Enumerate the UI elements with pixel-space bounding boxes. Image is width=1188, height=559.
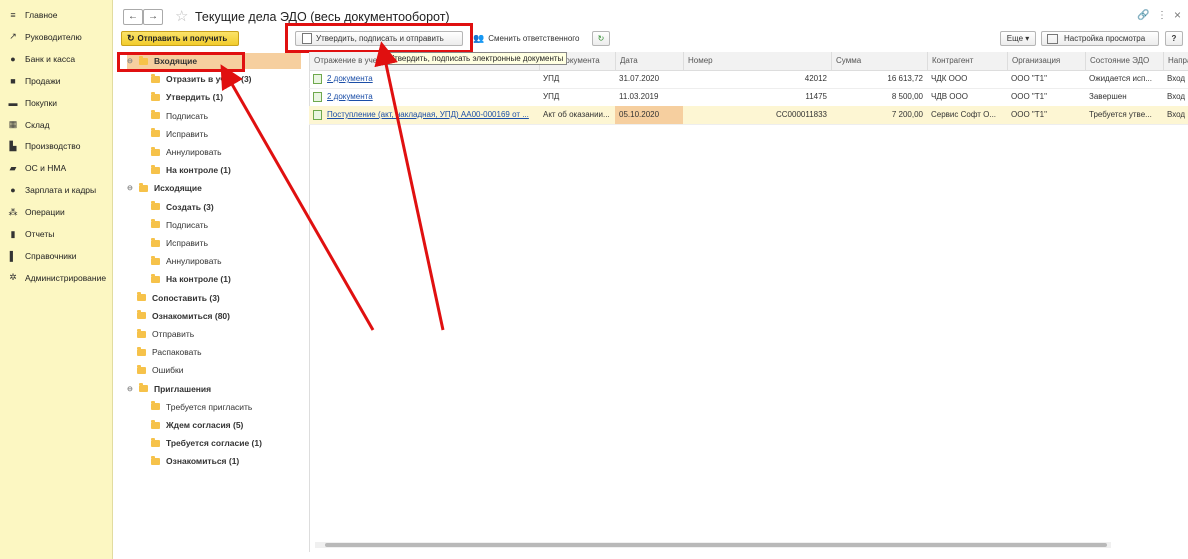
sidebar-item-label: Склад [25, 119, 50, 130]
sidebar-item-label: Покупки [25, 97, 57, 108]
sidebar-item-label: ОС и НМА [25, 163, 67, 174]
chart-icon: ▮ [10, 228, 16, 239]
operations-icon: ⁂ [8, 206, 18, 217]
trend-icon: ↗ [9, 31, 17, 42]
sidebar-item-label: Операции [25, 207, 65, 218]
person-icon: ● [10, 185, 16, 196]
sidebar-item[interactable]: ≡ Главное [0, 6, 112, 24]
sidebar-item-label: Руководителю [25, 31, 82, 42]
sidebar-item-label: Справочники [25, 250, 77, 261]
sidebar-item[interactable]: ● Зарплата и кадры [0, 181, 112, 199]
sidebar-item[interactable]: ▦ Склад [0, 116, 112, 134]
sidebar-item[interactable]: ▬ Покупки [0, 94, 112, 112]
sidebar-item[interactable]: ▙ Производство [0, 137, 112, 155]
menu-icon: ≡ [10, 10, 16, 20]
sidebar-item[interactable]: ⁂ Операции [0, 203, 112, 221]
sidebar-item[interactable]: ▮ Отчеты [0, 225, 112, 243]
sidebar-item[interactable]: ✲ Администрирование [0, 269, 112, 287]
book-icon: ▌ [9, 250, 17, 261]
truck-icon: ▰ [9, 162, 17, 173]
coin-icon: ● [10, 53, 16, 64]
sidebar-item[interactable]: ■ Продажи [0, 72, 112, 90]
sidebar-item-label: Администрирование [25, 272, 107, 283]
cart-icon: ▬ [8, 97, 18, 108]
factory-icon: ▙ [9, 140, 17, 151]
sidebar-item[interactable]: ▌ Справочники [0, 247, 112, 265]
sidebar-item-label: Главное [25, 10, 58, 20]
warehouse-icon: ▦ [8, 119, 18, 129]
sidebar-item-label: Производство [25, 141, 81, 152]
sidebar-item-label: Отчеты [25, 229, 55, 239]
annotation-arrows [220, 41, 445, 331]
sidebar-item-label: Продажи [25, 75, 61, 86]
sidebar-item-label: Зарплата и кадры [25, 185, 97, 196]
sidebar-item[interactable]: ▰ ОС и НМА [0, 159, 112, 177]
sidebar-item-label: Банк и касса [25, 53, 76, 64]
arrow-to-approve [374, 41, 445, 331]
bag-icon: ■ [10, 75, 16, 86]
sidebar: ≡ Главное ↗ Руководителю ● Банк и касса ■ Прода… [0, 0, 113, 559]
arrow-to-incoming [220, 64, 375, 331]
sidebar-item[interactable]: ↗ Руководителю [0, 28, 112, 46]
main-area: ← → ☆ Текущие дела ЭДО (весь документооб… [113, 0, 1188, 559]
gear-icon: ✲ [9, 272, 17, 283]
sidebar-item[interactable]: ● Банк и касса [0, 50, 112, 68]
